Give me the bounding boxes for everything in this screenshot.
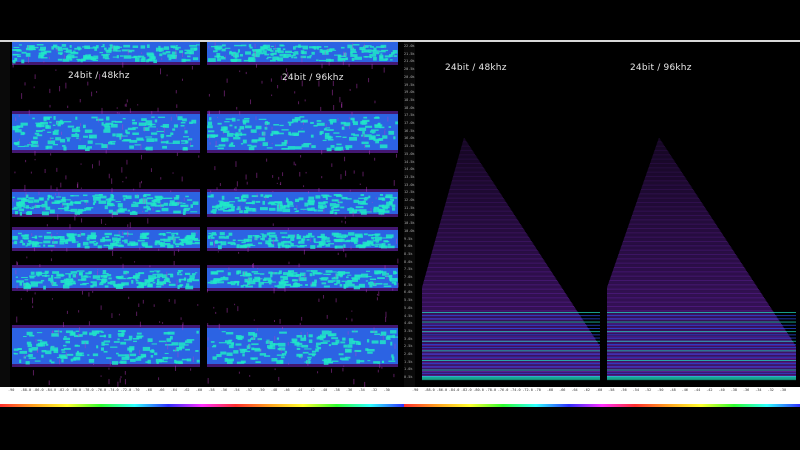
x-tick-label: -60 <box>195 388 203 392</box>
x-tick-label: -36 <box>345 388 353 392</box>
x-tick-label: -62 <box>183 388 190 392</box>
right-label-96khz: 24bit / 96khz <box>630 63 692 73</box>
left-spectrogram-panel: 24bit / 48khz 24bit / 96khz -90 -88.0 -86.… <box>0 42 404 407</box>
x-tick-label: -34 <box>358 388 365 392</box>
x-tick-label: -36 <box>742 388 750 392</box>
x-tick-label: -44 <box>295 388 303 392</box>
x-tick-label: -52 <box>644 388 652 392</box>
x-tick-label: -48 <box>270 388 278 392</box>
x-tick-label: -40 <box>718 388 725 392</box>
x-tick-label: -38 <box>333 388 340 392</box>
x-tick-label: -66 <box>559 388 566 392</box>
x-tick-label: -78.0 <box>485 388 497 392</box>
x-tick-label: -68 <box>546 388 554 392</box>
x-tick-label: -84.0 <box>448 388 460 392</box>
x-tick-label: -84.0 <box>45 388 57 392</box>
x-tick-label: -64 <box>170 388 178 392</box>
x-tick-label: -50 <box>258 388 265 392</box>
x-tick-label: -42 <box>706 388 713 392</box>
x-tick-label: -64 <box>571 388 578 392</box>
left-label-48khz: 24bit / 48khz <box>68 71 130 81</box>
right-spectrogram-canvas <box>422 138 796 381</box>
x-tick-label: -78.0 <box>83 388 94 392</box>
left-label-96khz: 24bit / 96khz <box>282 73 344 83</box>
x-tick-label: -46 <box>283 388 290 392</box>
right-label-48khz: 24bit / 48khz <box>445 63 507 73</box>
x-tick-label: -66 <box>158 388 165 392</box>
x-tick-label: -90 <box>412 388 419 392</box>
x-tick-label: -72.0 <box>522 388 533 392</box>
x-tick-label: -70 <box>534 388 541 392</box>
x-tick-label: -32 <box>370 388 378 392</box>
left-time-axis: -90 -88.0 -86.0 -84.0 -82.0 -80.0 -78.0 -76.0 -7… <box>0 387 404 407</box>
x-tick-label: -54 <box>233 388 240 392</box>
x-tick-label: -60 <box>595 388 603 392</box>
x-tick-label: -90 <box>8 388 15 392</box>
right-color-scale <box>404 404 800 407</box>
x-tick-label: -42 <box>308 388 315 392</box>
left-color-scale <box>0 404 404 407</box>
x-tick-label: -76.0 <box>95 388 107 392</box>
x-tick-label: -52 <box>245 388 253 392</box>
x-tick-label: -58 <box>608 388 615 392</box>
x-tick-label: -38 <box>730 388 738 392</box>
x-tick-label: -46 <box>681 388 688 392</box>
x-tick-label: -30 <box>383 388 390 392</box>
left-spectrogram-canvas <box>12 42 399 387</box>
x-tick-label: -48 <box>669 388 676 392</box>
x-tick-label: -68 <box>145 388 152 392</box>
x-tick-label: -82.0 <box>58 388 69 392</box>
x-tick-label: -86.0 <box>33 388 44 392</box>
x-tick-label: -88.0 <box>424 388 435 392</box>
x-tick-label: -54 <box>632 388 639 392</box>
x-tick-label: -88.0 <box>20 388 32 392</box>
x-tick-label: -50 <box>657 388 664 392</box>
x-tick-label: -80.0 <box>473 388 484 392</box>
x-tick-label: -72.0 <box>120 388 132 392</box>
x-tick-label: -58 <box>208 388 215 392</box>
x-tick-label: -44 <box>693 388 701 392</box>
x-tick-label: -34 <box>755 388 762 392</box>
x-tick-label: -80.0 <box>70 388 82 392</box>
x-tick-label: -56 <box>220 388 228 392</box>
right-spectrogram-panel: 22.0k 21.5k 21.0k 20.5k 20.0k 19.5k 19.0k 18.5k… <box>404 42 800 407</box>
x-tick-label: -62 <box>583 388 590 392</box>
x-tick-label: -40 <box>320 388 328 392</box>
x-tick-label: -56 <box>620 388 627 392</box>
x-tick-label: -76.0 <box>497 388 509 392</box>
x-tick-label: -32 <box>767 388 774 392</box>
x-tick-label: -74.0 <box>108 388 119 392</box>
x-tick-label: -70 <box>133 388 140 392</box>
right-time-axis: -90 -88.0 -86.0 -84.0 -82.0 -80.0 -78.0 -76.0 -7… <box>404 387 800 407</box>
x-tick-label: -30 <box>779 388 787 392</box>
x-tick-label: -82.0 <box>461 388 472 392</box>
x-tick-label: -74.0 <box>510 388 521 392</box>
x-tick-label: -86.0 <box>436 388 448 392</box>
